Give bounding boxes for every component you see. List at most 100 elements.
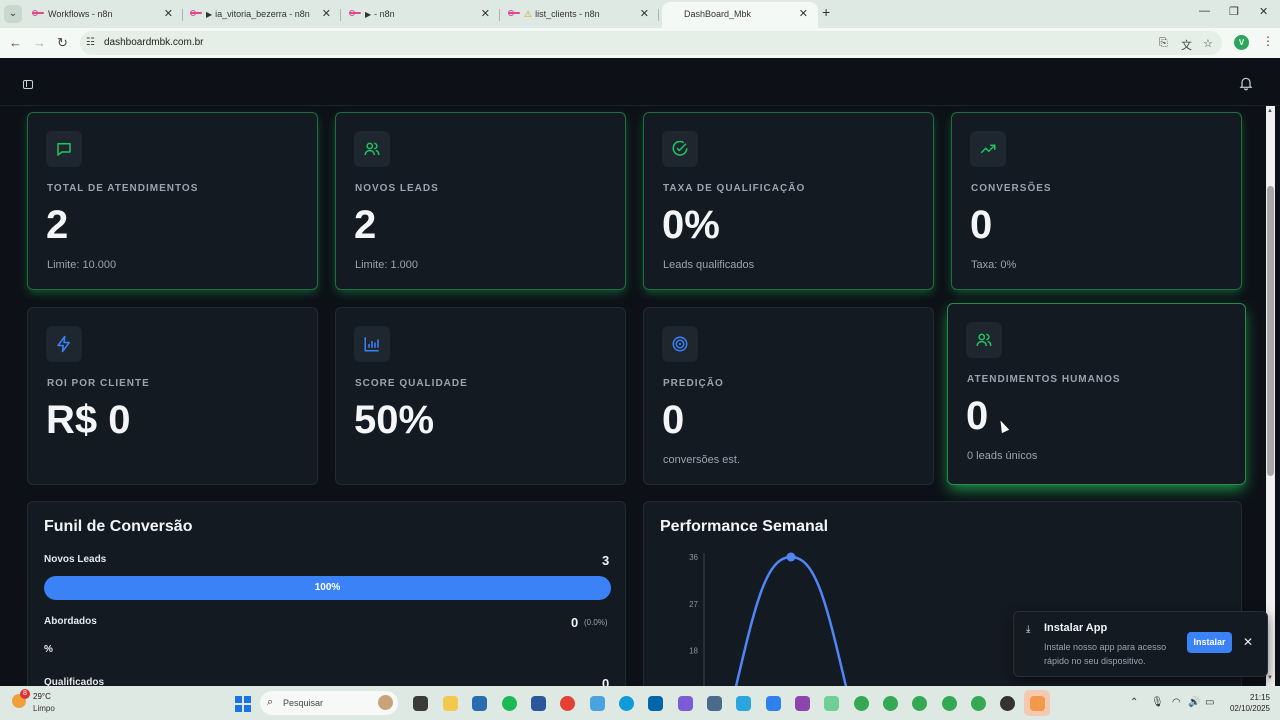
new-tab-icon[interactable]: + — [822, 4, 830, 20]
funnel-stage-label: Novos Leads — [44, 554, 107, 565]
users-icon — [354, 131, 390, 167]
chevron-up-icon[interactable]: ⌃ — [1130, 697, 1138, 708]
system-clock[interactable]: 21:15 02/10/2025 — [1225, 692, 1270, 714]
wifi-icon[interactable]: ◠ — [1172, 697, 1181, 708]
n8n-logo-icon — [190, 10, 202, 18]
stat-value: R$ 0 — [46, 398, 131, 442]
reload-icon[interactable]: ↻ — [57, 35, 68, 51]
vscode-icon[interactable] — [648, 696, 663, 711]
install-button[interactable]: Instalar — [1187, 632, 1232, 653]
app-header — [0, 58, 1280, 106]
stat-card-roi: ROI POR CLIENTE R$ 0 — [27, 307, 318, 485]
data-point[interactable] — [786, 552, 796, 562]
tab-title: DashBoard_Mbk — [684, 9, 752, 19]
minimize-icon[interactable]: — — [1199, 5, 1210, 17]
chrome-profile-icon[interactable] — [883, 696, 898, 711]
browser-tab[interactable]: Workflows - n8n ✕ — [18, 2, 183, 28]
close-icon[interactable]: ✕ — [640, 2, 649, 26]
chrome-profile-icon[interactable] — [971, 696, 986, 711]
sidebar-toggle-icon[interactable] — [23, 80, 33, 89]
battery-icon[interactable]: ▭ — [1205, 697, 1214, 708]
stat-subtext: 0 leads únicos — [967, 450, 1038, 462]
y-tick-label: 36 — [689, 553, 698, 562]
microphone-icon[interactable]: 🎙 — [1151, 697, 1164, 708]
url-field[interactable]: ☷ dashboardmbk.com.br — [80, 31, 1222, 55]
site-info-icon[interactable]: ☷ — [86, 37, 95, 48]
word-icon[interactable] — [531, 696, 546, 711]
stat-value: 50% — [354, 398, 435, 442]
edge-icon[interactable] — [619, 696, 634, 711]
browser-tab[interactable]: ▶ - n8n ✕ — [335, 2, 500, 28]
app-icon[interactable] — [707, 696, 722, 711]
install-app-icon[interactable]: ⎘ — [1159, 37, 1168, 50]
chrome-profile-icon[interactable] — [942, 696, 957, 711]
weather-condition[interactable]: Limpo — [33, 704, 55, 713]
chrome-profile-icon[interactable] — [1000, 696, 1015, 711]
bookmark-star-icon[interactable]: ☆ — [1203, 37, 1213, 50]
todo-icon[interactable] — [766, 696, 781, 711]
browser-tab-strip: ⌄ Workflows - n8n ✕ ▶ ia_vitoria_bezerra … — [0, 0, 1280, 28]
funnel-stage-value: 0 — [602, 676, 610, 686]
funnel-bar-label: 100% — [314, 582, 341, 593]
chrome-icon[interactable] — [560, 696, 575, 711]
stat-card-atendimentos-humanos[interactable]: ATENDIMENTOS HUMANOS 0 0 leads únicos — [947, 303, 1246, 485]
stat-value: 0 — [966, 394, 989, 438]
stat-subtext: Taxa: 0% — [971, 259, 1017, 271]
weather-temp[interactable]: 29°C — [33, 692, 51, 701]
tab-title: list_clients - n8n — [535, 9, 600, 19]
close-icon[interactable]: ✕ — [799, 2, 808, 26]
close-icon[interactable]: ✕ — [322, 2, 331, 26]
app-icon[interactable] — [824, 696, 839, 711]
forward-arrow-icon[interactable]: → — [33, 35, 46, 50]
taskbar-search[interactable]: ⌕ Pesquisar — [260, 691, 398, 715]
stat-card-score-qualidade: SCORE QUALIDADE 50% — [335, 307, 626, 485]
task-view-icon[interactable] — [413, 696, 428, 711]
close-icon[interactable]: ✕ — [164, 2, 173, 26]
stat-subtext: conversões est. — [663, 454, 741, 466]
app-icon[interactable] — [736, 696, 751, 711]
stat-card-novos-leads: NOVOS LEADS 2 Limite: 1.000 — [335, 112, 626, 290]
close-icon[interactable]: ✕ — [481, 2, 490, 26]
stat-card-predicao: PREDIÇÃO 0 conversões est. — [643, 307, 934, 485]
store-icon[interactable] — [472, 696, 487, 711]
stat-label: TAXA DE QUALIFICAÇÃO — [663, 183, 806, 194]
chrome-profile-icon[interactable] — [912, 696, 927, 711]
app-icon[interactable] — [678, 696, 693, 711]
back-arrow-icon[interactable]: ← — [9, 35, 22, 50]
n8n-logo-icon — [349, 10, 361, 18]
clock-date: 02/10/2025 — [1229, 704, 1270, 713]
spotify-icon[interactable] — [502, 696, 517, 711]
app-icon[interactable] — [795, 696, 810, 711]
play-icon: ▶ — [365, 10, 372, 19]
toast-description: Instale nosso app para acesso rápido no … — [1044, 642, 1167, 666]
app-icon[interactable] — [590, 696, 605, 711]
browser-tab[interactable]: ⚠ list_clients - n8n ✕ — [494, 2, 659, 28]
url-text[interactable]: dashboardmbk.com.br — [104, 37, 204, 48]
target-icon — [662, 326, 698, 362]
browser-tab[interactable]: ▶ ia_vitoria_bezerra - n8n ✕ — [176, 2, 341, 28]
users-icon — [966, 322, 1002, 358]
check-circle-icon — [662, 131, 698, 167]
scroll-down-icon[interactable]: ▼ — [1267, 675, 1273, 681]
windows-start-icon[interactable] — [235, 696, 251, 712]
scroll-up-icon[interactable]: ▲ — [1267, 108, 1273, 114]
browser-menu-icon[interactable]: ⋮ — [1262, 34, 1274, 48]
volume-icon[interactable]: 🔊 — [1188, 697, 1200, 708]
close-icon[interactable]: ✕ — [1243, 635, 1253, 649]
clock-time: 21:15 — [1249, 693, 1270, 702]
warning-icon: ⚠ — [524, 9, 533, 19]
restore-icon[interactable]: ❐ — [1229, 5, 1239, 18]
stat-card-conversoes: CONVERSÕES 0 Taxa: 0% — [951, 112, 1242, 290]
stat-value: 0 — [662, 398, 685, 442]
translate-icon[interactable]: 文 — [1181, 37, 1192, 53]
weather-badge: 8 — [20, 689, 30, 699]
scrollbar-thumb[interactable] — [1267, 186, 1274, 476]
profile-avatar[interactable]: V — [1234, 35, 1249, 50]
stat-card-total-atendimentos: TOTAL DE ATENDIMENTOS 2 Limite: 10.000 — [27, 112, 318, 290]
window-close-icon[interactable]: ✕ — [1259, 5, 1268, 18]
funnel-stage-label: Qualificados — [44, 677, 105, 686]
file-explorer-icon[interactable] — [443, 696, 458, 711]
bell-icon[interactable] — [1238, 75, 1254, 91]
browser-tab-active[interactable]: DashBoard_Mbk ✕ — [662, 2, 818, 28]
chrome-profile-icon[interactable] — [854, 696, 869, 711]
